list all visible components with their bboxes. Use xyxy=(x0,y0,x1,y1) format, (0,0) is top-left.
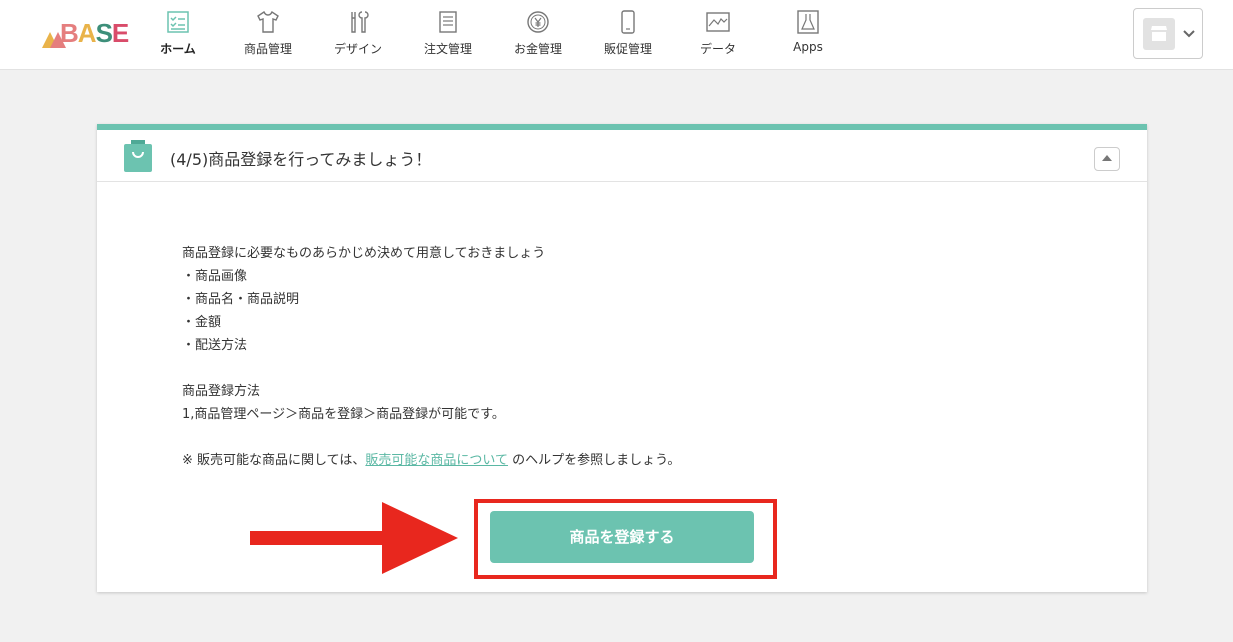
help-note: ※ 販売可能な商品に関しては、販売可能な商品について のヘルプを参照しましょう。 xyxy=(182,449,680,472)
card-header: (4/5)商品登録を行ってみましょう！ xyxy=(97,130,1147,182)
nav-data[interactable]: データ xyxy=(680,0,756,70)
card-body: 商品登録に必要なものあらかじめ決めて用意しておきましょう ・商品画像 ・商品名・… xyxy=(182,242,680,472)
smartphone-icon xyxy=(621,10,635,34)
flask-icon xyxy=(797,10,819,34)
method-heading: 商品登録方法 xyxy=(182,384,261,399)
yen-coin-icon xyxy=(527,11,549,33)
top-header: BASE ホーム 商品管理 デザイン 注文管理 お金管理 販促管理 データ Ap… xyxy=(0,0,1233,70)
nav-label: 販促管理 xyxy=(603,42,652,56)
help-link[interactable]: 販売可能な商品について xyxy=(365,453,508,468)
list-item: ・配送方法 xyxy=(182,338,248,353)
shop-switcher[interactable] xyxy=(1133,8,1203,59)
nav-apps[interactable]: Apps xyxy=(770,0,846,70)
nav-label: デザイン xyxy=(333,42,382,56)
nav-promotion[interactable]: 販促管理 xyxy=(590,0,666,70)
list-item: ・商品名・商品説明 xyxy=(182,292,300,307)
line-chart-icon xyxy=(706,12,730,32)
nav-label: Apps xyxy=(793,40,823,54)
shop-icon xyxy=(1143,18,1175,50)
document-icon xyxy=(439,11,457,33)
card-title: (4/5)商品登録を行ってみましょう！ xyxy=(170,150,432,169)
nav-design[interactable]: デザイン xyxy=(320,0,396,70)
nav-label: ホーム xyxy=(160,42,196,56)
onboarding-card: (4/5)商品登録を行ってみましょう！ 商品登録に必要なものあらかじめ決めて用意… xyxy=(97,124,1147,592)
nav-home[interactable]: ホーム xyxy=(140,0,216,70)
nav-money[interactable]: お金管理 xyxy=(500,0,576,70)
shopping-bag-icon xyxy=(124,140,152,172)
chevron-down-icon xyxy=(1183,30,1195,38)
nav-orders[interactable]: 注文管理 xyxy=(410,0,486,70)
tools-icon xyxy=(351,11,369,33)
red-arrow-shaft xyxy=(250,531,390,545)
nav-label: 商品管理 xyxy=(243,42,292,56)
register-product-button[interactable]: 商品を登録する xyxy=(490,511,754,563)
note-suffix: のヘルプを参照しましょう。 xyxy=(508,453,681,468)
nav-products[interactable]: 商品管理 xyxy=(230,0,306,70)
logo-text: BASE xyxy=(60,18,129,48)
nav-label: 注文管理 xyxy=(423,42,472,56)
checklist-icon xyxy=(167,11,189,33)
tshirt-icon xyxy=(257,10,279,33)
collapse-button[interactable] xyxy=(1094,147,1120,171)
list-item: ・商品画像 xyxy=(182,269,248,284)
red-arrow-icon xyxy=(382,502,458,574)
nav-label: データ xyxy=(699,42,736,56)
note-prefix: ※ 販売可能な商品に関しては、 xyxy=(182,453,366,468)
nav-label: お金管理 xyxy=(513,42,562,56)
base-logo[interactable]: BASE xyxy=(42,14,129,50)
intro-text: 商品登録に必要なものあらかじめ決めて用意しておきましょう xyxy=(182,246,546,261)
method-text: 1,商品管理ページ＞商品を登録＞商品登録が可能です。 xyxy=(182,407,505,422)
chevron-up-icon xyxy=(1102,155,1112,161)
list-item: ・金額 xyxy=(182,315,222,330)
